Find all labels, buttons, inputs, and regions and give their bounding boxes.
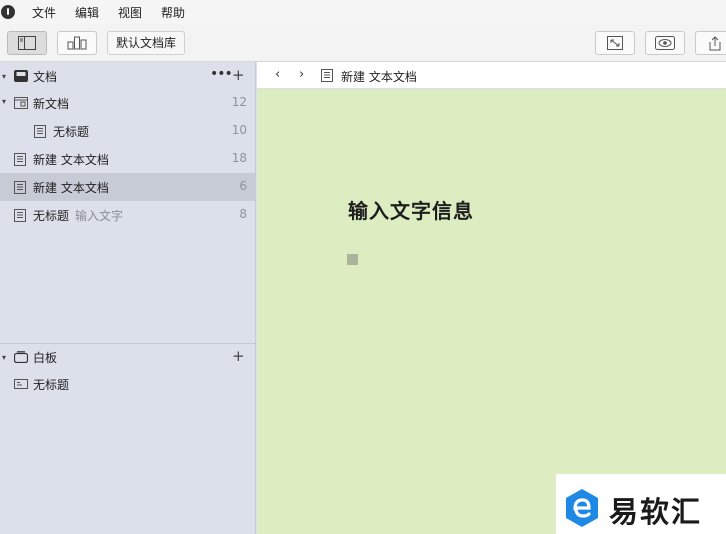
- whiteboard-section-header[interactable]: ▾ 白板 +: [0, 344, 256, 370]
- watermark: 易软汇: [556, 474, 726, 534]
- item-count: 8: [239, 207, 247, 221]
- sidebar-item-doc[interactable]: 无标题 输入文字 8: [0, 201, 256, 229]
- sidebar-layout-icon: [18, 36, 36, 50]
- sidebar-item-label: 新建 文本文档: [33, 153, 109, 167]
- document-icon: [14, 153, 26, 166]
- share-button[interactable]: [695, 31, 726, 55]
- sidebar-item-preview: 输入文字: [75, 209, 124, 223]
- sidebar-item-doc-selected[interactable]: 新建 文本文档 6: [0, 173, 256, 201]
- folder-doc-icon: [14, 97, 28, 109]
- sidebar-item-label: 新建 文本文档: [33, 181, 109, 195]
- editor-area[interactable]: 输入文字信息: [257, 89, 726, 534]
- menu-bar: 文件 编辑 视图 帮助: [0, 0, 726, 24]
- sidebar-item-label: 无标题: [53, 125, 90, 139]
- expand-caret-icon[interactable]: ▾: [2, 72, 6, 81]
- toggle-sidebar-button[interactable]: [7, 31, 47, 55]
- more-options-icon[interactable]: •••: [210, 66, 233, 82]
- hierarchy-icon: [67, 36, 87, 50]
- menu-edit[interactable]: 编辑: [75, 4, 99, 21]
- whiteboard-folder-icon: [14, 351, 28, 363]
- eye-icon: [655, 36, 675, 50]
- expand-icon: [607, 36, 623, 50]
- preview-button[interactable]: [645, 31, 685, 55]
- library-selector[interactable]: 默认文档库: [107, 31, 186, 55]
- sidebar-item-doc[interactable]: 新建 文本文档 18: [0, 145, 256, 173]
- sidebar-item-label: 无标题: [33, 209, 70, 223]
- sidebar: ▾ 文档 ••• + ▾ 新文档 12 无标题 10 新建 文本文档 18 新建…: [0, 62, 256, 534]
- item-count: 10: [231, 123, 247, 137]
- sidebar-item-whiteboard[interactable]: 无标题: [0, 370, 256, 398]
- fullscreen-button[interactable]: [595, 31, 635, 55]
- sidebar-item-doc[interactable]: 无标题 10: [0, 117, 256, 145]
- sidebar-item-folder[interactable]: ▾ 新文档 12: [0, 89, 256, 117]
- outline-view-button[interactable]: [57, 31, 97, 55]
- watermark-text: 易软汇: [609, 495, 703, 529]
- expand-caret-icon[interactable]: ▾: [2, 97, 6, 106]
- document-icon: [34, 125, 46, 138]
- sidebar-item-label: 新文档: [33, 97, 70, 111]
- whiteboard-section-title: 白板: [33, 350, 58, 365]
- share-upload-icon: [709, 36, 721, 51]
- item-count: 6: [239, 179, 247, 193]
- forward-arrow-icon[interactable]: ›: [299, 67, 304, 82]
- whiteboard-icon: [14, 379, 28, 389]
- document-icon: [14, 181, 26, 194]
- menu-help[interactable]: 帮助: [161, 4, 185, 21]
- text-cursor: [347, 254, 358, 265]
- document-icon: [14, 209, 26, 222]
- inbox-icon: [14, 70, 28, 82]
- back-arrow-icon[interactable]: ‹: [275, 67, 280, 82]
- menu-view[interactable]: 视图: [118, 4, 142, 21]
- docs-section-title: 文档: [33, 69, 58, 84]
- document-icon: [321, 69, 333, 82]
- app-logo-icon: [1, 5, 15, 19]
- item-count: 12: [231, 95, 247, 109]
- add-whiteboard-button[interactable]: +: [232, 347, 245, 365]
- breadcrumb[interactable]: 新建 文本文档: [341, 68, 417, 85]
- menu-file[interactable]: 文件: [32, 4, 56, 21]
- expand-caret-icon[interactable]: ▾: [2, 353, 6, 362]
- sidebar-item-label: 无标题: [33, 378, 70, 392]
- docs-section-header[interactable]: ▾ 文档 ••• +: [0, 63, 256, 89]
- editor-nav-bar: ‹ › 新建 文本文档: [257, 62, 726, 89]
- add-doc-button[interactable]: +: [232, 66, 245, 84]
- document-heading[interactable]: 输入文字信息: [348, 195, 474, 224]
- item-count: 18: [231, 151, 247, 165]
- toolbar: 默认文档库: [0, 24, 726, 62]
- watermark-logo-icon: [566, 489, 598, 527]
